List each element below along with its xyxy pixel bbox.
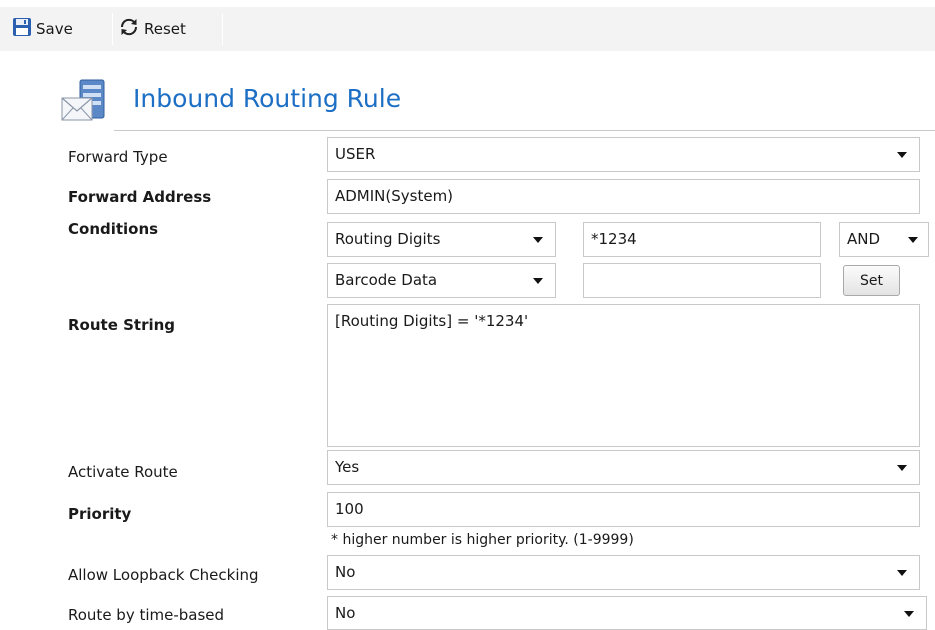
condition-value-field-1[interactable]: *1234 <box>583 222 821 257</box>
chevron-down-icon <box>533 237 543 243</box>
conditions-label: Conditions <box>68 220 159 238</box>
priority-field[interactable]: 100 <box>327 492 920 527</box>
reset-label: Reset <box>144 20 186 38</box>
route-by-time-label: Route by time-based <box>68 606 225 624</box>
chevron-down-icon <box>904 611 914 617</box>
condition-value-field-2[interactable] <box>583 263 821 298</box>
condition-value-1: *1234 <box>591 230 637 248</box>
condition-field-value-1: Routing Digits <box>335 230 441 248</box>
priority-label: Priority <box>68 505 132 523</box>
save-button[interactable]: Save <box>12 11 112 47</box>
activate-route-label: Activate Route <box>68 463 178 481</box>
allow-loopback-value: No <box>335 563 356 581</box>
chevron-down-icon <box>908 237 918 243</box>
allow-loopback-select[interactable]: No <box>327 555 920 590</box>
route-by-time-select[interactable]: No <box>327 596 927 630</box>
reset-button[interactable]: Reset <box>118 11 226 47</box>
chevron-down-icon <box>897 570 907 576</box>
toolbar-separator <box>222 13 223 45</box>
chevron-down-icon <box>533 278 543 284</box>
condition-field-select-1[interactable]: Routing Digits <box>327 222 556 257</box>
chevron-down-icon <box>897 465 907 471</box>
save-label: Save <box>36 20 73 38</box>
chevron-down-icon <box>897 152 907 158</box>
route-by-time-value: No <box>335 604 356 622</box>
forward-address-field[interactable]: ADMIN(System) <box>327 179 920 214</box>
activate-route-select[interactable]: Yes <box>327 450 920 485</box>
page-title: Inbound Routing Rule <box>133 84 402 113</box>
condition-operator-select[interactable]: AND <box>839 222 929 257</box>
condition-operator-value: AND <box>847 230 881 248</box>
route-string-value: [Routing Digits] = '*1234' <box>335 312 529 330</box>
toolbar: Save Reset <box>0 7 935 51</box>
activate-route-value: Yes <box>335 458 360 476</box>
forward-type-label: Forward Type <box>68 148 168 166</box>
forward-type-select[interactable]: USER <box>327 137 920 172</box>
save-icon <box>12 17 36 41</box>
forward-address-value: ADMIN(System) <box>335 187 454 205</box>
route-string-textarea[interactable]: [Routing Digits] = '*1234' <box>327 304 920 447</box>
condition-field-value-2: Barcode Data <box>335 271 438 289</box>
priority-value: 100 <box>335 500 364 518</box>
refresh-icon <box>118 16 144 42</box>
routing-mail-server-icon <box>60 76 110 126</box>
priority-hint: * higher number is higher priority. (1-9… <box>331 532 634 548</box>
header-divider <box>114 130 935 131</box>
condition-field-select-2[interactable]: Barcode Data <box>327 263 556 298</box>
set-button[interactable]: Set <box>843 265 900 296</box>
toolbar-separator <box>112 13 113 45</box>
route-string-label: Route String <box>68 316 176 334</box>
forward-type-value: USER <box>335 145 376 163</box>
allow-loopback-label: Allow Loopback Checking <box>68 566 259 584</box>
forward-address-label: Forward Address <box>68 188 212 206</box>
